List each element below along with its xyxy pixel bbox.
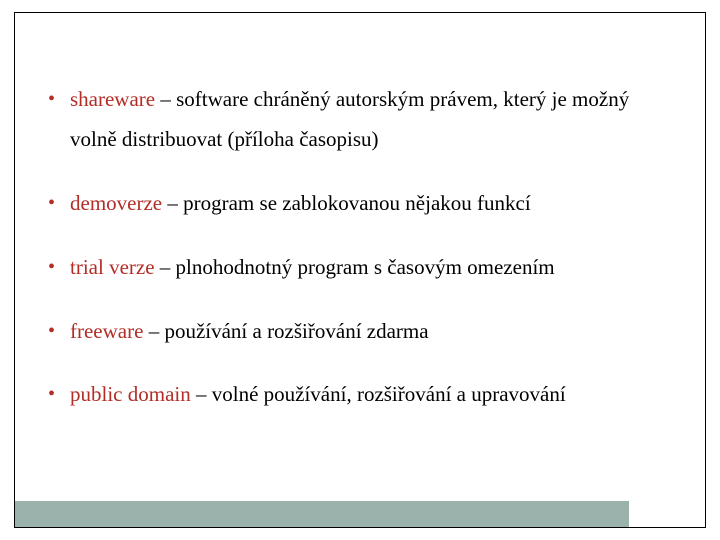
description: program se zablokovanou nějakou funkcí [183, 191, 531, 215]
separator: – [155, 87, 176, 111]
separator: – [155, 255, 176, 279]
separator: – [162, 191, 183, 215]
list-item: public domain – volné používání, rozšiřo… [44, 375, 676, 415]
term: trial verze [70, 255, 155, 279]
description: plnohodnotný program s časovým omezením [176, 255, 555, 279]
list-item: demoverze – program se zablokovanou něja… [44, 184, 676, 224]
term: shareware [70, 87, 155, 111]
term: demoverze [70, 191, 162, 215]
description: volné používání, rozšiřování a upravován… [212, 382, 566, 406]
separator: – [143, 319, 164, 343]
list-item: shareware – software chráněný autorským … [44, 80, 676, 160]
bullet-list: shareware – software chráněný autorským … [44, 80, 676, 415]
slide: shareware – software chráněný autorským … [0, 0, 720, 540]
list-item: freeware – používání a rozšiřování zdarm… [44, 312, 676, 352]
description: používání a rozšiřování zdarma [164, 319, 428, 343]
term: freeware [70, 319, 143, 343]
content-area: shareware – software chráněný autorským … [44, 80, 676, 439]
list-item: trial verze – plnohodnotný program s čas… [44, 248, 676, 288]
decorative-bar [15, 501, 629, 527]
separator: – [191, 382, 212, 406]
term: public domain [70, 382, 191, 406]
